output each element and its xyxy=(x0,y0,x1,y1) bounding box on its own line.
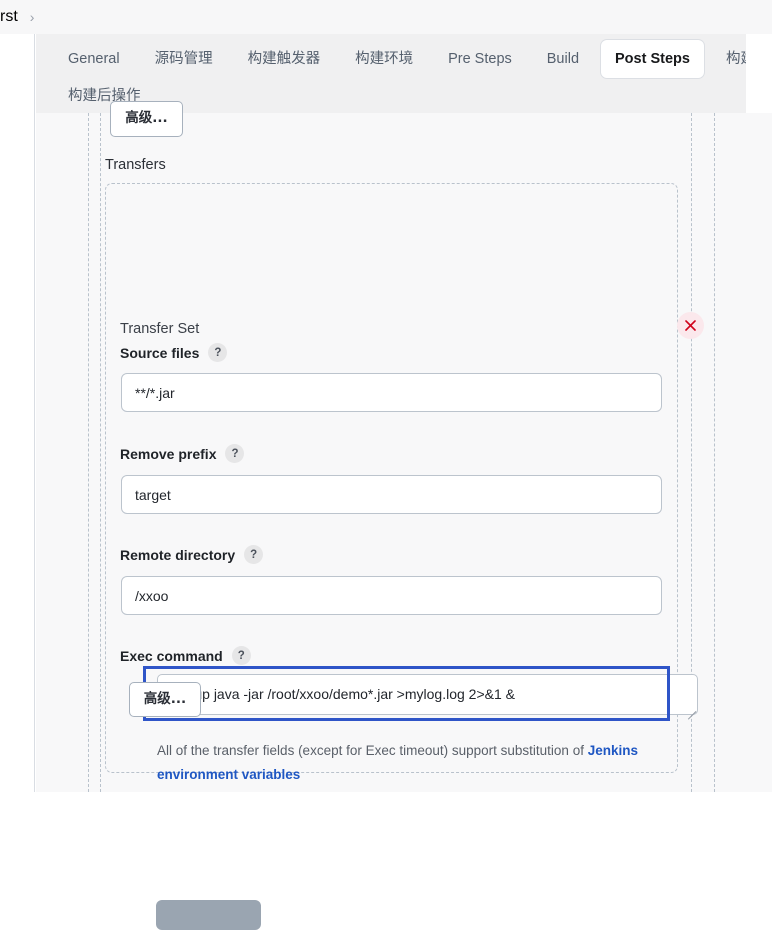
help-icon-exec-command[interactable]: ? xyxy=(231,646,251,665)
exec-command-label-text: Exec command xyxy=(120,647,223,664)
tab-build-environment[interactable]: 构建环境 xyxy=(342,43,426,76)
tab-general[interactable]: General xyxy=(55,43,133,76)
advanced-button-transfer-set[interactable]: 高级... xyxy=(129,682,201,717)
section-guide-inner-left xyxy=(100,113,101,792)
chevron-right-icon: › xyxy=(29,9,35,25)
source-files-label: Source files ? xyxy=(120,343,228,362)
breadcrumb: rst › xyxy=(0,0,772,34)
remote-directory-label: Remote directory ? xyxy=(120,545,264,564)
tab-build[interactable]: Build xyxy=(534,43,592,76)
section-guide-outer-left xyxy=(88,113,89,792)
breadcrumb-trailing-label[interactable]: rst xyxy=(0,8,18,26)
remove-prefix-label-text: Remove prefix xyxy=(120,445,217,462)
help-icon-remove-prefix[interactable]: ? xyxy=(225,444,245,463)
help-icon-remote-directory[interactable]: ? xyxy=(244,545,264,564)
helper-text-prefix: All of the transfer fields (except for E… xyxy=(157,743,588,758)
remote-directory-label-text: Remote directory xyxy=(120,546,236,563)
exec-command-label: Exec command ? xyxy=(120,646,251,665)
transfer-helper-text: All of the transfer fields (except for E… xyxy=(157,739,677,786)
remove-prefix-input[interactable] xyxy=(121,475,662,514)
tabbar-row-primary: General 源码管理 构建触发器 构建环境 Pre Steps Build … xyxy=(36,34,772,84)
tab-source-management[interactable]: 源码管理 xyxy=(142,43,226,76)
bottom-action-button-clipped[interactable] xyxy=(156,900,261,930)
tab-pre-steps[interactable]: Pre Steps xyxy=(435,43,525,76)
tab-build-triggers[interactable]: 构建触发器 xyxy=(235,43,334,76)
exec-command-textarea[interactable] xyxy=(157,674,698,715)
tabbar-right-gap xyxy=(746,34,772,113)
remote-directory-input[interactable] xyxy=(121,576,662,615)
transfers-section-label: Transfers xyxy=(105,157,166,173)
tab-post-steps[interactable]: Post Steps xyxy=(601,39,704,79)
delete-transfer-set-button[interactable] xyxy=(677,312,704,339)
advanced-button-top[interactable]: 高级... xyxy=(110,101,183,137)
config-form-canvas: 高级... Transfers Transfer Set Source file… xyxy=(36,101,772,930)
transfer-set-title: Transfer Set xyxy=(120,321,200,337)
left-sidebar-rail xyxy=(0,34,35,792)
section-guide-outer-right xyxy=(714,113,715,792)
remove-prefix-label: Remove prefix ? xyxy=(120,444,245,463)
source-files-label-text: Source files xyxy=(120,344,200,361)
source-files-input[interactable] xyxy=(121,373,662,412)
help-icon-source-files[interactable]: ? xyxy=(208,343,228,362)
close-x-icon xyxy=(685,320,696,331)
